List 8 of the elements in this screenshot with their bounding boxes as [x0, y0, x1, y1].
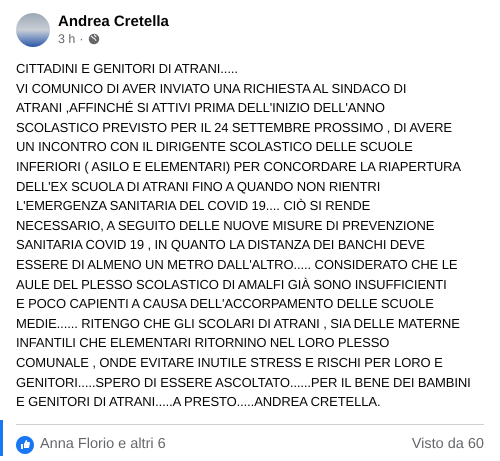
like-icon	[16, 436, 34, 454]
post-time[interactable]: 3 h	[58, 31, 76, 47]
separator-dot: ·	[79, 31, 84, 47]
author-name[interactable]: Andrea Cretella	[58, 12, 169, 31]
avatar-picture[interactable]	[16, 12, 50, 46]
post-text: CITTADINI E GENITORI DI ATRANI..... VI COMUNICO DI AVER INVIATO UNA RICHIESTA AL SINDACO DI ATRANI ,AFFINCHÉ SI ATTIVI PRIMA DELL'INIZIO DELL'ANNO SCOLASTICO PREVISTO PER IL 24 SETTEMBRE PROSSIMO , DI AVERE UN INCONTRO CON IL DIRIGENTE SCOLASTICO DELLE SCUOLE INFERIORI ( ASILO E ELEMENTARI) PER CONCORDARE LA RIAPERTURA DELL'EX SCUOLA DI ATRANI FINO A QUANDO NON RIENTRI L'EMERGENZA SANITARIA DEL COVID 19.... CIÒ SI RENDE NECESSARIO, A SEGUITO DELLE NUOVE MISURE DI PREVENZIONE SANITARIA COVID 19 , IN QUANTO LA DISTANZA DEI BANCHI DEVE ESSERE DI ALMENO UN METRO DALL'ALTRO..... CONSIDERATO CHE LE AULE DEL PLESSO SCOLASTICO DI AMALFI GIÀ SONO INSUFFICIENTI E POCO CAPIENTI A CAUSA DELL'ACCORPAMENTO DELLE SCUOLE MEDIE...... RITENGO CHE GLI SCOLARI DI ATRANI , SIA DELLE MATERNE INFANTILI CHE ELEMENTARI RITORNINO NEL LORO PLESSO COMUNALE , ONDE EVITARE INUTILE STRESS E RISCHI PER LORO E GENITORI.....SPERO DI ESSERE ASCOLTATO......PER IL BENE DEI BAMBINI E GENITORI DI ATRANI.....A PRESTO.....ANDREA CRETELLA.	[15, 60, 472, 412]
reactions-count[interactable]: Anna Florio e altri 6	[40, 434, 166, 456]
views-count[interactable]: Visto da 60	[412, 434, 484, 456]
